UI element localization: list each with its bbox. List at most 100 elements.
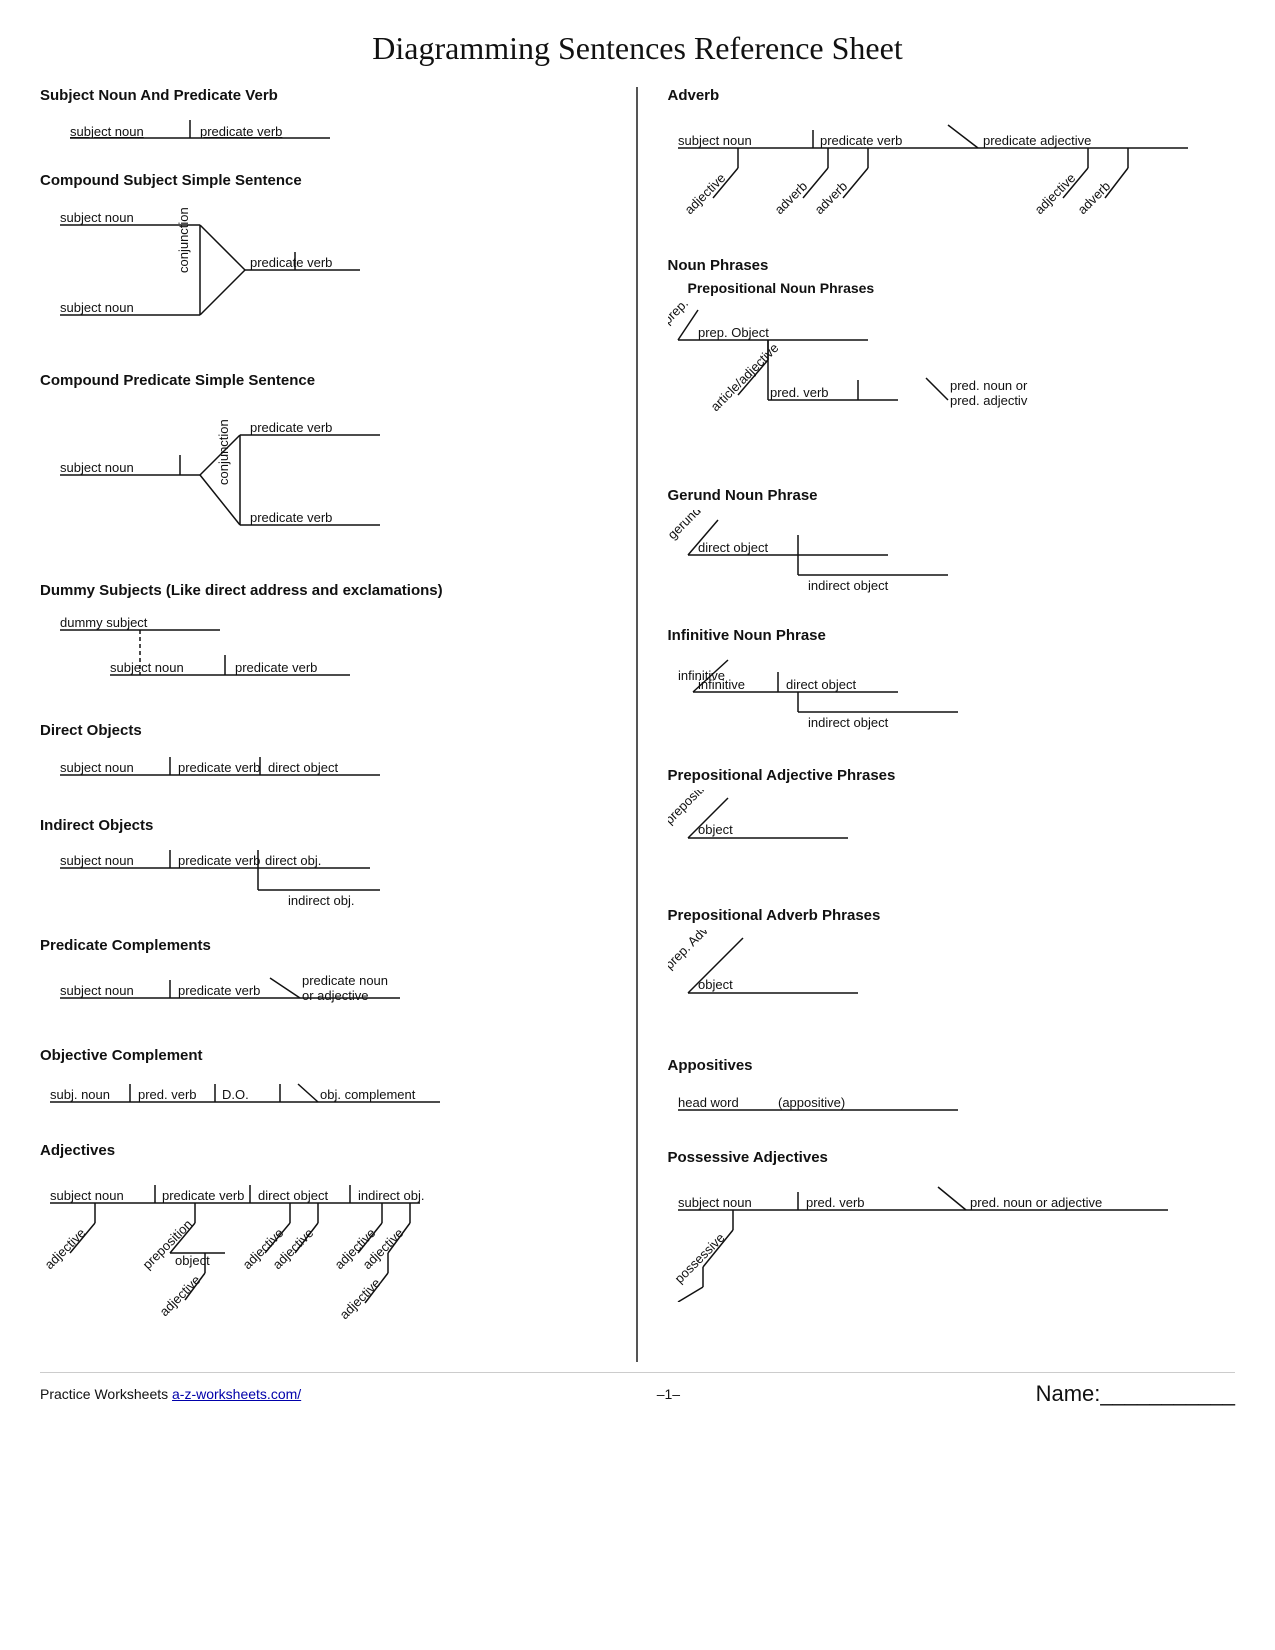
svg-text:object: object	[698, 822, 733, 837]
svg-text:subj. noun: subj. noun	[50, 1087, 110, 1102]
svg-text:predicate verb: predicate verb	[162, 1188, 244, 1203]
section-title-compound-predicate: Compound Predicate Simple Sentence	[40, 372, 616, 389]
svg-text:predicate verb: predicate verb	[820, 133, 902, 148]
svg-text:adjective: adjective	[157, 1272, 204, 1319]
diagram-indirect-objects: subject noun predicate verb direct obj. …	[40, 840, 400, 910]
svg-text:predicate adjective: predicate adjective	[983, 133, 1091, 148]
diagram-possessive: subject noun pred. verb pred. noun or ad…	[668, 1172, 1188, 1302]
svg-text:subject noun: subject noun	[60, 983, 134, 998]
section-title-direct-objects: Direct Objects	[40, 722, 616, 739]
svg-text:head word: head word	[678, 1095, 739, 1110]
section-title-noun-phrases: Noun Phrases	[668, 257, 1236, 274]
svg-text:prep. Object: prep. Object	[698, 325, 769, 340]
svg-text:direct obj.: direct obj.	[265, 853, 321, 868]
diagram-prep-adj: preposition object	[668, 790, 968, 880]
svg-text:subject noun: subject noun	[60, 760, 134, 775]
section-title-possessive: Possessive Adjectives	[668, 1149, 1236, 1166]
section-noun-phrases: Noun Phrases Prepositional Noun Phrases …	[668, 257, 1236, 465]
section-title-gerund: Gerund Noun Phrase	[668, 487, 1236, 504]
section-title-appositives: Appositives	[668, 1057, 1236, 1074]
svg-text:subject noun: subject noun	[70, 124, 144, 139]
svg-text:adverb: adverb	[771, 178, 810, 217]
svg-text:subject noun: subject noun	[110, 660, 184, 675]
svg-text:conjunction: conjunction	[176, 207, 191, 273]
diagram-direct-objects: subject noun predicate verb direct objec…	[40, 745, 400, 790]
diagram-appositives: head word (appositive)	[668, 1080, 988, 1122]
diagram-subject-predicate: subject noun predicate verb	[40, 110, 380, 145]
section-adjectives: Adjectives subject noun predicate verb d…	[40, 1142, 616, 1340]
svg-text:article/adjective: article/adjective	[707, 340, 781, 414]
svg-text:predicate verb: predicate verb	[250, 510, 332, 525]
section-appositives: Appositives head word (appositive)	[668, 1057, 1236, 1127]
section-prep-adj: Prepositional Adjective Phrases preposit…	[668, 767, 1236, 885]
svg-text:predicate verb: predicate verb	[200, 124, 282, 139]
section-title-infinitive: Infinitive Noun Phrase	[668, 627, 1236, 644]
svg-text:adjective: adjective	[1031, 170, 1078, 217]
footer-page: –1–	[657, 1386, 680, 1402]
diagram-prep-adv: prep. Adverb object	[668, 930, 968, 1030]
diagram-adverb: subject noun predicate verb predicate ad…	[668, 110, 1208, 230]
svg-text:indirect obj.: indirect obj.	[358, 1188, 424, 1203]
svg-text:possessive: possessive	[671, 1230, 727, 1286]
svg-text:subject noun: subject noun	[60, 853, 134, 868]
svg-text:subject noun: subject noun	[678, 133, 752, 148]
diagram-gerund: gerund direct object indirect object	[668, 510, 1048, 600]
svg-text:D.O.: D.O.	[222, 1087, 249, 1102]
section-compound-predicate: Compound Predicate Simple Sentence subje…	[40, 372, 616, 560]
diagram-objective-complement: subj. noun pred. verb D.O. obj. compleme…	[40, 1070, 460, 1115]
svg-text:subject noun: subject noun	[60, 460, 134, 475]
svg-text:(appositive): (appositive)	[778, 1095, 845, 1110]
section-subject-predicate: Subject Noun And Predicate Verb subject …	[40, 87, 616, 150]
svg-text:adjective: adjective	[42, 1225, 89, 1272]
section-title-subject-predicate: Subject Noun And Predicate Verb	[40, 87, 616, 104]
svg-text:subject noun: subject noun	[50, 1188, 124, 1203]
footer-link[interactable]: a-z-worksheets.com/	[172, 1386, 301, 1402]
svg-text:direct object: direct object	[268, 760, 338, 775]
svg-text:subject noun: subject noun	[60, 300, 134, 315]
svg-text:predicate verb: predicate verb	[178, 760, 260, 775]
section-infinitive: Infinitive Noun Phrase infinitive infini…	[668, 627, 1236, 745]
svg-text:predicate noun: predicate noun	[302, 973, 388, 988]
svg-text:subject noun: subject noun	[60, 210, 134, 225]
section-indirect-objects: Indirect Objects subject noun predicate …	[40, 817, 616, 915]
svg-text:direct object: direct object	[698, 540, 768, 555]
svg-text:adverb: adverb	[1074, 178, 1113, 217]
svg-text:direct object: direct object	[786, 677, 856, 692]
svg-text:pred. verb: pred. verb	[138, 1087, 197, 1102]
svg-text:object: object	[698, 977, 733, 992]
svg-text:direct object: direct object	[258, 1188, 328, 1203]
svg-text:adjective: adjective	[337, 1275, 384, 1322]
section-title-adverb: Adverb	[668, 87, 1236, 104]
section-possessive: Possessive Adjectives subject noun pred.…	[668, 1149, 1236, 1307]
svg-text:pred. noun or adjective: pred. noun or adjective	[970, 1195, 1102, 1210]
section-predicate-complements: Predicate Complements subject noun predi…	[40, 937, 616, 1025]
diagram-predicate-complements: subject noun predicate verb predicate no…	[40, 960, 420, 1020]
svg-text:or adjective: or adjective	[302, 988, 368, 1003]
svg-text:adjective: adjective	[681, 170, 728, 217]
section-direct-objects: Direct Objects subject noun predicate ve…	[40, 722, 616, 795]
svg-text:gerund: gerund	[668, 510, 704, 542]
svg-text:dummy subject: dummy subject	[60, 615, 148, 630]
svg-text:predicate verb: predicate verb	[178, 983, 260, 998]
section-title-compound-subject: Compound Subject Simple Sentence	[40, 172, 616, 189]
svg-text:prep.: prep.	[668, 300, 691, 327]
svg-text:pred. verb: pred. verb	[770, 385, 829, 400]
section-sub-noun-phrases: Prepositional Noun Phrases	[668, 280, 1236, 296]
section-objective-complement: Objective Complement subj. noun pred. ve…	[40, 1047, 616, 1120]
svg-text:indirect obj.: indirect obj.	[288, 893, 354, 908]
section-title-prep-adv: Prepositional Adverb Phrases	[668, 907, 1236, 924]
svg-text:adverb: adverb	[811, 178, 850, 217]
svg-text:predicate verb: predicate verb	[250, 420, 332, 435]
svg-text:pred. adjective: pred. adjective	[950, 393, 1028, 408]
diagram-infinitive: infinitive infinitive direct object indi…	[668, 650, 1048, 740]
section-gerund: Gerund Noun Phrase gerund direct object …	[668, 487, 1236, 605]
section-title-indirect-objects: Indirect Objects	[40, 817, 616, 834]
page-title: Diagramming Sentences Reference Sheet	[40, 30, 1235, 67]
section-title-predicate-complements: Predicate Complements	[40, 937, 616, 954]
diagram-compound-subject: subject noun subject noun conjunction pr…	[40, 195, 380, 345]
section-title-objective-complement: Objective Complement	[40, 1047, 616, 1064]
svg-text:predicate verb: predicate verb	[250, 255, 332, 270]
svg-text:predicate verb: predicate verb	[178, 853, 260, 868]
svg-text:obj. complement: obj. complement	[320, 1087, 416, 1102]
svg-text:conjunction: conjunction	[216, 419, 231, 485]
